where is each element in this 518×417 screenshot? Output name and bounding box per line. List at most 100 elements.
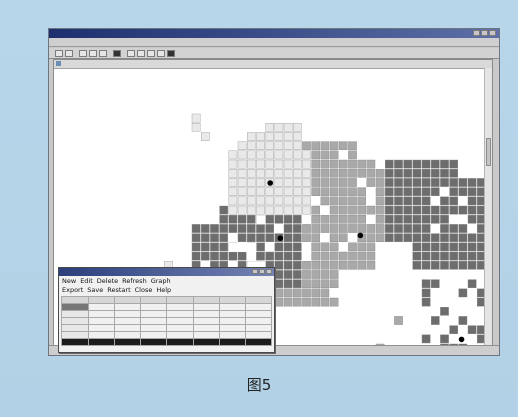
map-cell[interactable] <box>283 297 293 307</box>
map-cell[interactable] <box>348 214 357 224</box>
map-cell[interactable] <box>431 260 440 270</box>
copy-icon[interactable] <box>89 50 97 57</box>
map-cell[interactable] <box>366 251 376 261</box>
map-cell[interactable] <box>311 270 321 279</box>
map-cell[interactable] <box>458 260 468 270</box>
map-cell[interactable] <box>348 178 357 187</box>
menu-item-window[interactable] <box>165 38 187 47</box>
map-cell[interactable] <box>431 316 440 325</box>
map-cell[interactable] <box>302 288 311 298</box>
map-cell[interactable] <box>385 233 394 243</box>
close-button[interactable] <box>489 30 496 36</box>
map-cell[interactable] <box>403 214 413 224</box>
map-cell[interactable] <box>320 242 330 252</box>
map-cell[interactable] <box>283 224 293 233</box>
map-cell[interactable] <box>246 233 256 243</box>
map-cell[interactable] <box>366 233 376 243</box>
map-cell[interactable] <box>329 168 339 178</box>
map-cell[interactable] <box>375 214 385 224</box>
map-cell[interactable] <box>256 242 265 252</box>
map-cell[interactable] <box>449 187 459 196</box>
map-cell[interactable] <box>449 260 459 270</box>
map-cell[interactable] <box>274 279 284 289</box>
map-cell[interactable] <box>274 260 284 270</box>
measure-icon[interactable] <box>157 50 165 57</box>
map-cell[interactable] <box>311 178 321 187</box>
map-cell[interactable] <box>237 196 247 206</box>
map-cell[interactable] <box>302 260 311 270</box>
map-cell[interactable] <box>449 168 459 178</box>
map-cell[interactable] <box>477 288 484 298</box>
menu-item-new[interactable]: New <box>62 277 76 285</box>
map-cell[interactable] <box>329 196 339 206</box>
menu-item-delete[interactable]: Delete <box>97 277 118 285</box>
map-cell[interactable] <box>348 224 357 233</box>
map-cell[interactable] <box>394 214 403 224</box>
map-cell[interactable] <box>421 242 431 252</box>
select-icon[interactable] <box>113 50 121 57</box>
map-cell[interactable] <box>357 205 367 215</box>
map-cell[interactable] <box>467 205 477 215</box>
map-cell[interactable] <box>265 187 275 196</box>
map-cell[interactable] <box>403 205 413 215</box>
map-cell[interactable] <box>237 214 247 224</box>
map-cell[interactable] <box>274 196 284 206</box>
map-cell[interactable] <box>385 168 394 178</box>
map-cell[interactable] <box>311 288 321 298</box>
map-cell[interactable] <box>477 325 484 335</box>
map-cell[interactable] <box>237 159 247 169</box>
table-row[interactable] <box>61 317 273 325</box>
map-cell[interactable] <box>265 132 275 141</box>
map-cell[interactable] <box>311 224 321 233</box>
map-cell[interactable] <box>292 270 302 279</box>
map-cell[interactable] <box>256 251 265 261</box>
map-cell[interactable] <box>329 233 339 243</box>
map-cell[interactable] <box>292 242 302 252</box>
map-cell[interactable] <box>431 187 440 196</box>
map-cell[interactable] <box>292 251 302 261</box>
map-cell[interactable] <box>357 196 367 206</box>
map-cell[interactable] <box>274 141 284 150</box>
map-cell[interactable] <box>292 214 302 224</box>
map-cell[interactable] <box>339 168 348 178</box>
map-cell[interactable] <box>339 233 348 243</box>
map-cell[interactable] <box>431 279 440 289</box>
map-cell[interactable] <box>210 251 219 261</box>
menu-item-close[interactable]: Close <box>135 286 153 294</box>
map-cell[interactable] <box>219 233 229 243</box>
map-cell[interactable] <box>283 288 293 298</box>
map-cell[interactable] <box>357 159 367 169</box>
map-cell[interactable] <box>219 214 229 224</box>
table-row[interactable] <box>61 303 273 311</box>
map-cell[interactable] <box>357 251 367 261</box>
map-cell[interactable] <box>458 316 468 325</box>
map-cell[interactable] <box>265 168 275 178</box>
map-cell[interactable] <box>477 242 484 252</box>
map-cell[interactable] <box>329 150 339 160</box>
map-cell[interactable] <box>302 270 311 279</box>
map-cell[interactable] <box>320 196 330 206</box>
map-cell[interactable] <box>320 214 330 224</box>
map-cell[interactable] <box>366 260 376 270</box>
map-cell[interactable] <box>467 242 477 252</box>
map-cell[interactable] <box>228 224 238 233</box>
map-cell[interactable] <box>320 270 330 279</box>
map-cell[interactable] <box>256 196 265 206</box>
map-cell[interactable] <box>440 306 449 316</box>
minimize-button[interactable] <box>473 30 480 36</box>
map-cell[interactable] <box>320 288 330 298</box>
map-cell[interactable] <box>477 334 484 344</box>
map-cell[interactable] <box>302 233 311 243</box>
map-cell[interactable] <box>449 205 459 215</box>
map-cell[interactable] <box>366 242 376 252</box>
centroid-point[interactable] <box>458 336 465 343</box>
menu-item-help[interactable]: Help <box>156 286 171 294</box>
map-cell[interactable] <box>458 242 468 252</box>
map-cell[interactable] <box>366 159 376 169</box>
map-cell[interactable] <box>237 251 247 261</box>
map-cell[interactable] <box>246 196 256 206</box>
map-cell[interactable] <box>274 168 284 178</box>
map-cell[interactable] <box>477 297 484 307</box>
centroid-point[interactable] <box>357 232 364 239</box>
zoom-in-icon[interactable] <box>127 50 135 57</box>
